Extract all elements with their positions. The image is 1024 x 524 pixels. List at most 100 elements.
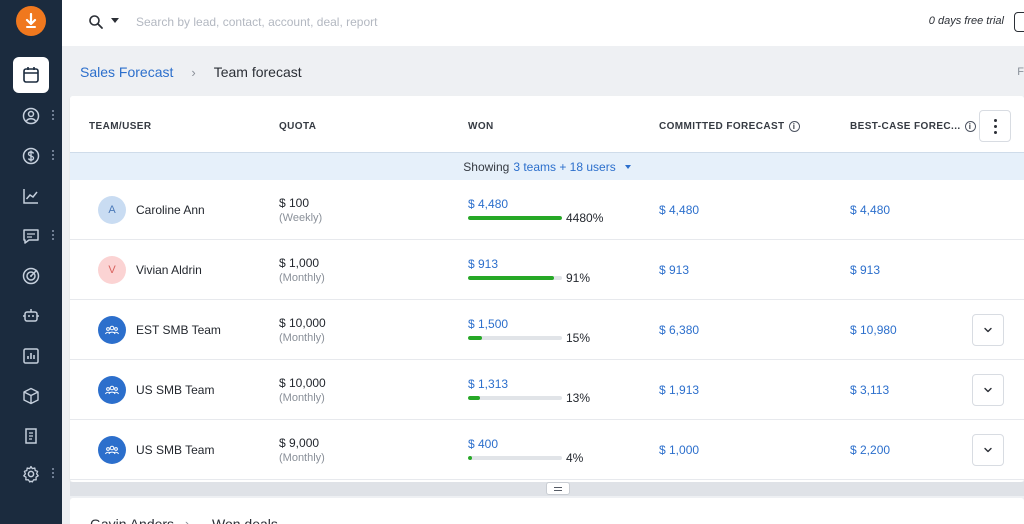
committed-forecast-value[interactable]: $ 1,913 <box>659 383 699 397</box>
info-icon[interactable]: i <box>788 121 800 132</box>
search-input[interactable] <box>136 12 496 32</box>
best-case-forecast-value[interactable]: $ 10,980 <box>850 323 897 337</box>
column-header-quota[interactable]: QUOTA <box>279 121 316 132</box>
team-icon <box>105 445 119 455</box>
chevron-down-icon <box>984 327 992 333</box>
user-avatar: V <box>98 256 126 284</box>
won-value[interactable]: $ 913 <box>468 257 498 271</box>
logo-icon <box>25 13 37 28</box>
committed-forecast-value[interactable]: $ 913 <box>659 263 689 277</box>
table-options-button[interactable] <box>979 110 1011 142</box>
won-value[interactable]: $ 400 <box>468 437 498 451</box>
quota-value: $ 10,000 <box>279 376 326 390</box>
won-value[interactable]: $ 4,480 <box>468 197 508 211</box>
more-icon[interactable] <box>52 150 56 160</box>
sidebar-item-products[interactable] <box>13 378 49 414</box>
committed-forecast-value[interactable]: $ 6,380 <box>659 323 699 337</box>
column-header-won[interactable]: WON <box>468 121 494 132</box>
won-progress-fill <box>468 456 472 460</box>
sidebar-item-contacts[interactable] <box>13 98 49 134</box>
row-name[interactable]: US SMB Team <box>136 383 214 397</box>
search-icon[interactable] <box>88 14 104 30</box>
expand-row-button[interactable] <box>972 374 1004 406</box>
chart-line-icon <box>23 189 38 204</box>
more-icon[interactable] <box>52 110 56 120</box>
sidebar-item-bots[interactable] <box>13 298 49 334</box>
bot-icon <box>23 309 39 322</box>
showing-label: Showing <box>463 159 510 174</box>
panel-breadcrumb-user[interactable]: Gavin Anders <box>90 516 174 524</box>
showing-filter-link[interactable]: 3 teams + 18 users <box>513 160 615 174</box>
row-name[interactable]: US SMB Team <box>136 443 214 457</box>
chevron-right-icon: › <box>185 516 190 524</box>
won-progress-bar <box>468 396 562 400</box>
quota-period: (Monthly) <box>279 392 325 404</box>
best-case-forecast-value[interactable]: $ 913 <box>850 263 880 277</box>
sidebar-item-analytics[interactable] <box>13 178 49 214</box>
committed-forecast-value[interactable]: $ 1,000 <box>659 443 699 457</box>
truncated-edge-label: F <box>1017 66 1024 78</box>
sidebar-item-conversations[interactable] <box>13 218 49 254</box>
trial-button[interactable] <box>1014 12 1024 32</box>
sidebar-item-settings[interactable] <box>13 456 49 492</box>
trial-label: 0 days free trial <box>928 15 1004 27</box>
sidebar-item-goals[interactable] <box>13 258 49 294</box>
user-avatar: A <box>98 196 126 224</box>
sidebar-item-documents[interactable] <box>13 418 49 454</box>
column-header-committed-forecast[interactable]: COMMITTED FORECAST i <box>659 121 800 132</box>
app-logo[interactable] <box>16 6 46 36</box>
sidebar-item-calendar[interactable] <box>13 57 49 93</box>
won-progress-fill <box>468 216 562 220</box>
table-row[interactable]: EST SMB Team $ 10,000 (Monthly) $ 1,500 15% $… <box>70 300 1024 360</box>
info-icon[interactable]: i <box>964 121 976 132</box>
breadcrumb-sales-forecast[interactable]: Sales Forecast <box>80 64 173 80</box>
won-percentage: 13% <box>566 391 591 405</box>
quota-value: $ 10,000 <box>279 316 326 330</box>
calendar-icon <box>23 67 39 83</box>
sidebar <box>0 0 62 524</box>
column-header-team-user[interactable]: TEAM/USER <box>89 121 152 132</box>
chevron-down-icon <box>984 447 992 453</box>
expand-row-button[interactable] <box>972 434 1004 466</box>
team-avatar <box>98 316 126 344</box>
won-value[interactable]: $ 1,500 <box>468 317 508 331</box>
sidebar-item-reports[interactable] <box>13 338 49 374</box>
best-case-forecast-value[interactable]: $ 2,200 <box>850 443 890 457</box>
table-row[interactable]: US SMB Team $ 9,000 (Monthly) $ 400 4% $ 1,00… <box>70 420 1024 480</box>
more-icon[interactable] <box>52 230 56 240</box>
won-progress-fill <box>468 396 481 400</box>
chevron-right-icon: › <box>191 64 196 80</box>
table-header: TEAM/USER QUOTA WON COMMITTED FORECAST i… <box>70 96 1024 152</box>
search-scope-dropdown-icon[interactable] <box>111 18 119 23</box>
committed-forecast-value[interactable]: $ 4,480 <box>659 203 699 217</box>
row-name[interactable]: EST SMB Team <box>136 323 221 337</box>
quota-period: (Weekly) <box>279 212 323 224</box>
won-percentage: 4480% <box>566 211 604 225</box>
table-row[interactable]: V Vivian Aldrin $ 1,000 (Monthly) $ 913 91% $ … <box>70 240 1024 300</box>
table-row[interactable]: A Caroline Ann $ 100 (Weekly) $ 4,480 4480% $ … <box>70 180 1024 240</box>
row-name[interactable]: Caroline Ann <box>136 203 205 217</box>
resize-handle-icon[interactable] <box>546 482 570 495</box>
team-avatar <box>98 436 126 464</box>
won-percentage: 15% <box>566 331 591 345</box>
table-row[interactable]: US SMB Team $ 10,000 (Monthly) $ 1,313 13% $ … <box>70 360 1024 420</box>
row-name[interactable]: Vivian Aldrin <box>136 263 202 277</box>
chevron-down-icon <box>984 387 992 393</box>
chevron-down-icon[interactable] <box>624 164 631 169</box>
box-icon <box>23 387 39 405</box>
contact-icon <box>22 107 40 125</box>
expand-row-button[interactable] <box>972 314 1004 346</box>
best-case-forecast-value[interactable]: $ 3,113 <box>850 383 889 397</box>
best-case-forecast-value[interactable]: $ 4,480 <box>850 203 890 217</box>
sidebar-item-deals[interactable] <box>13 138 49 174</box>
won-percentage: 91% <box>566 271 591 285</box>
settings-icon <box>23 465 39 483</box>
quota-value: $ 100 <box>279 196 310 210</box>
won-value[interactable]: $ 1,313 <box>468 377 508 391</box>
chat-icon <box>23 229 39 244</box>
more-icon[interactable] <box>52 468 56 478</box>
column-header-best-case-forecast[interactable]: BEST-CASE FOREC... i <box>850 121 976 132</box>
team-avatar <box>98 376 126 404</box>
team-icon <box>105 385 119 395</box>
quota-period: (Monthly) <box>279 452 325 464</box>
